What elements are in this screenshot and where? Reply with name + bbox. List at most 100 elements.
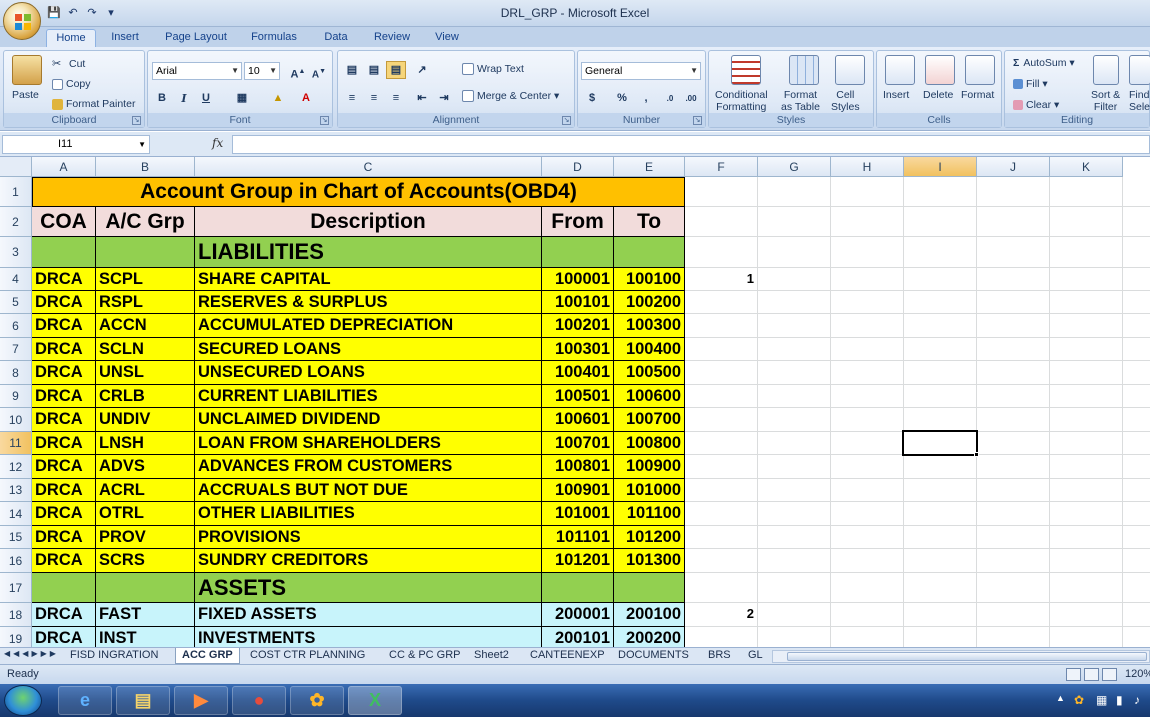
table-cell[interactable]: DRCA: [32, 385, 96, 408]
row-header-13[interactable]: 13: [0, 479, 32, 502]
table-cell[interactable]: RESERVES & SURPLUS: [195, 291, 542, 314]
section-empty-cell[interactable]: [542, 237, 614, 268]
autosum-button[interactable]: Σ AutoSum ▾: [1013, 57, 1075, 69]
table-cell[interactable]: PROVISIONS: [195, 526, 542, 549]
wrap-text-button[interactable]: Wrap Text: [462, 63, 524, 76]
font-color-icon[interactable]: A: [296, 89, 316, 107]
table-cell[interactable]: DRCA: [32, 526, 96, 549]
header-cell-to[interactable]: To: [614, 207, 685, 237]
format-as-table-icon[interactable]: [789, 55, 819, 85]
sheet-tab[interactable]: GL: [742, 648, 769, 664]
table-cell[interactable]: 100101: [542, 291, 614, 314]
row-header-5[interactable]: 5: [0, 291, 32, 314]
table-cell[interactable]: 100801: [542, 455, 614, 479]
row-header-16[interactable]: 16: [0, 549, 32, 573]
table-cell[interactable]: 200200: [614, 627, 685, 647]
table-cell[interactable]: INVESTMENTS: [195, 627, 542, 647]
sheet-tab[interactable]: CANTEENEXP: [524, 648, 611, 664]
cut-button[interactable]: ✂ Cut: [52, 57, 85, 71]
row-header-14[interactable]: 14: [0, 502, 32, 526]
section-assets-cell[interactable]: ASSETS: [195, 573, 542, 603]
fill-button[interactable]: Fill ▾: [1013, 78, 1048, 90]
table-cell[interactable]: 200001: [542, 603, 614, 627]
table-cell[interactable]: SCLN: [96, 338, 195, 361]
section-empty-cell[interactable]: [96, 237, 195, 268]
table-cell[interactable]: 100501: [542, 385, 614, 408]
column-header-e[interactable]: E: [614, 157, 685, 177]
tab-data[interactable]: Data: [318, 29, 354, 47]
cell-f18[interactable]: 2: [685, 606, 754, 621]
table-cell[interactable]: OTHER LIABILITIES: [195, 502, 542, 526]
increase-decimal-icon[interactable]: .0: [660, 89, 680, 107]
table-cell[interactable]: 100001: [542, 268, 614, 291]
row-header-6[interactable]: 6: [0, 314, 32, 338]
table-cell[interactable]: 101101: [542, 526, 614, 549]
table-cell[interactable]: SUNDRY CREDITORS: [195, 549, 542, 573]
shrink-font-icon[interactable]: A▼: [309, 62, 329, 80]
decrease-decimal-icon[interactable]: .00: [681, 89, 701, 107]
table-cell[interactable]: 100401: [542, 361, 614, 385]
insert-function-icon[interactable]: fx: [212, 136, 223, 150]
table-cell[interactable]: 100300: [614, 314, 685, 338]
column-header-i[interactable]: I: [904, 157, 977, 177]
internet-explorer-icon[interactable]: e: [58, 686, 112, 715]
horizontal-scrollbar[interactable]: [772, 650, 1150, 663]
find-select-button[interactable]: Find Sele: [1129, 89, 1150, 113]
clipboard-launcher-icon[interactable]: ↘: [132, 116, 141, 125]
file-explorer-icon[interactable]: ▤: [116, 686, 170, 715]
header-cell-description[interactable]: Description: [195, 207, 542, 237]
table-cell[interactable]: 100201: [542, 314, 614, 338]
table-cell[interactable]: CURRENT LIABILITIES: [195, 385, 542, 408]
sheet-tab[interactable]: ACC GRP: [175, 648, 240, 664]
row-header-1[interactable]: 1: [0, 177, 32, 207]
bold-button[interactable]: B: [152, 89, 172, 107]
table-cell[interactable]: 100800: [614, 432, 685, 455]
table-cell[interactable]: ACRL: [96, 479, 195, 502]
find-select-icon[interactable]: [1129, 55, 1150, 85]
table-cell[interactable]: DRCA: [32, 338, 96, 361]
column-header-k[interactable]: K: [1050, 157, 1123, 177]
row-header-8[interactable]: 8: [0, 361, 32, 385]
row-header-10[interactable]: 10: [0, 408, 32, 432]
formula-input[interactable]: [232, 135, 1150, 154]
column-header-c[interactable]: C: [195, 157, 542, 177]
header-cell-from[interactable]: From: [542, 207, 614, 237]
row-header-3[interactable]: 3: [0, 237, 32, 268]
sheet-title-cell[interactable]: Account Group in Chart of Accounts(OBD4): [32, 177, 685, 207]
table-cell[interactable]: SHARE CAPITAL: [195, 268, 542, 291]
table-cell[interactable]: UNCLAIMED DIVIDEND: [195, 408, 542, 432]
volume-icon[interactable]: ♪: [1134, 693, 1140, 707]
section-empty-cell[interactable]: [614, 573, 685, 603]
section-empty-cell[interactable]: [614, 237, 685, 268]
cell-f4[interactable]: 1: [685, 271, 754, 286]
row-header-12[interactable]: 12: [0, 455, 32, 479]
table-cell[interactable]: RSPL: [96, 291, 195, 314]
format-cells-button[interactable]: Format: [961, 89, 994, 101]
table-cell[interactable]: OTRL: [96, 502, 195, 526]
tab-review[interactable]: Review: [368, 29, 416, 47]
table-cell[interactable]: 100100: [614, 268, 685, 291]
table-cell[interactable]: INST: [96, 627, 195, 647]
increase-indent-icon[interactable]: ⇥: [434, 89, 454, 107]
worksheet-grid[interactable]: A B C D E F G H I J K 1 2 3 4 5 6 7 8 9 10 11 12 13 14 15 16 17 18 19…: [0, 157, 1150, 647]
percent-button[interactable]: %: [612, 89, 632, 107]
chrome-icon[interactable]: ●: [232, 686, 286, 715]
font-size-select[interactable]: 10 ▼: [244, 62, 280, 80]
table-cell[interactable]: DRCA: [32, 314, 96, 338]
table-cell[interactable]: DRCA: [32, 268, 96, 291]
font-launcher-icon[interactable]: ↘: [320, 116, 329, 125]
format-cells-icon[interactable]: [965, 55, 995, 85]
table-cell[interactable]: ADVS: [96, 455, 195, 479]
table-cell[interactable]: FIXED ASSETS: [195, 603, 542, 627]
align-middle-icon[interactable]: ▤: [364, 61, 384, 79]
table-cell[interactable]: 100500: [614, 361, 685, 385]
table-cell[interactable]: DRCA: [32, 603, 96, 627]
table-cell[interactable]: LOAN FROM SHAREHOLDERS: [195, 432, 542, 455]
currency-button[interactable]: $: [582, 89, 602, 107]
table-cell[interactable]: DRCA: [32, 502, 96, 526]
number-launcher-icon[interactable]: ↘: [693, 116, 702, 125]
sheet-nav-icons[interactable]: ◀◀◀▶▶▶: [4, 649, 59, 658]
table-cell[interactable]: UNSL: [96, 361, 195, 385]
table-cell[interactable]: UNDIV: [96, 408, 195, 432]
sheet-tab[interactable]: Sheet2: [468, 648, 515, 664]
